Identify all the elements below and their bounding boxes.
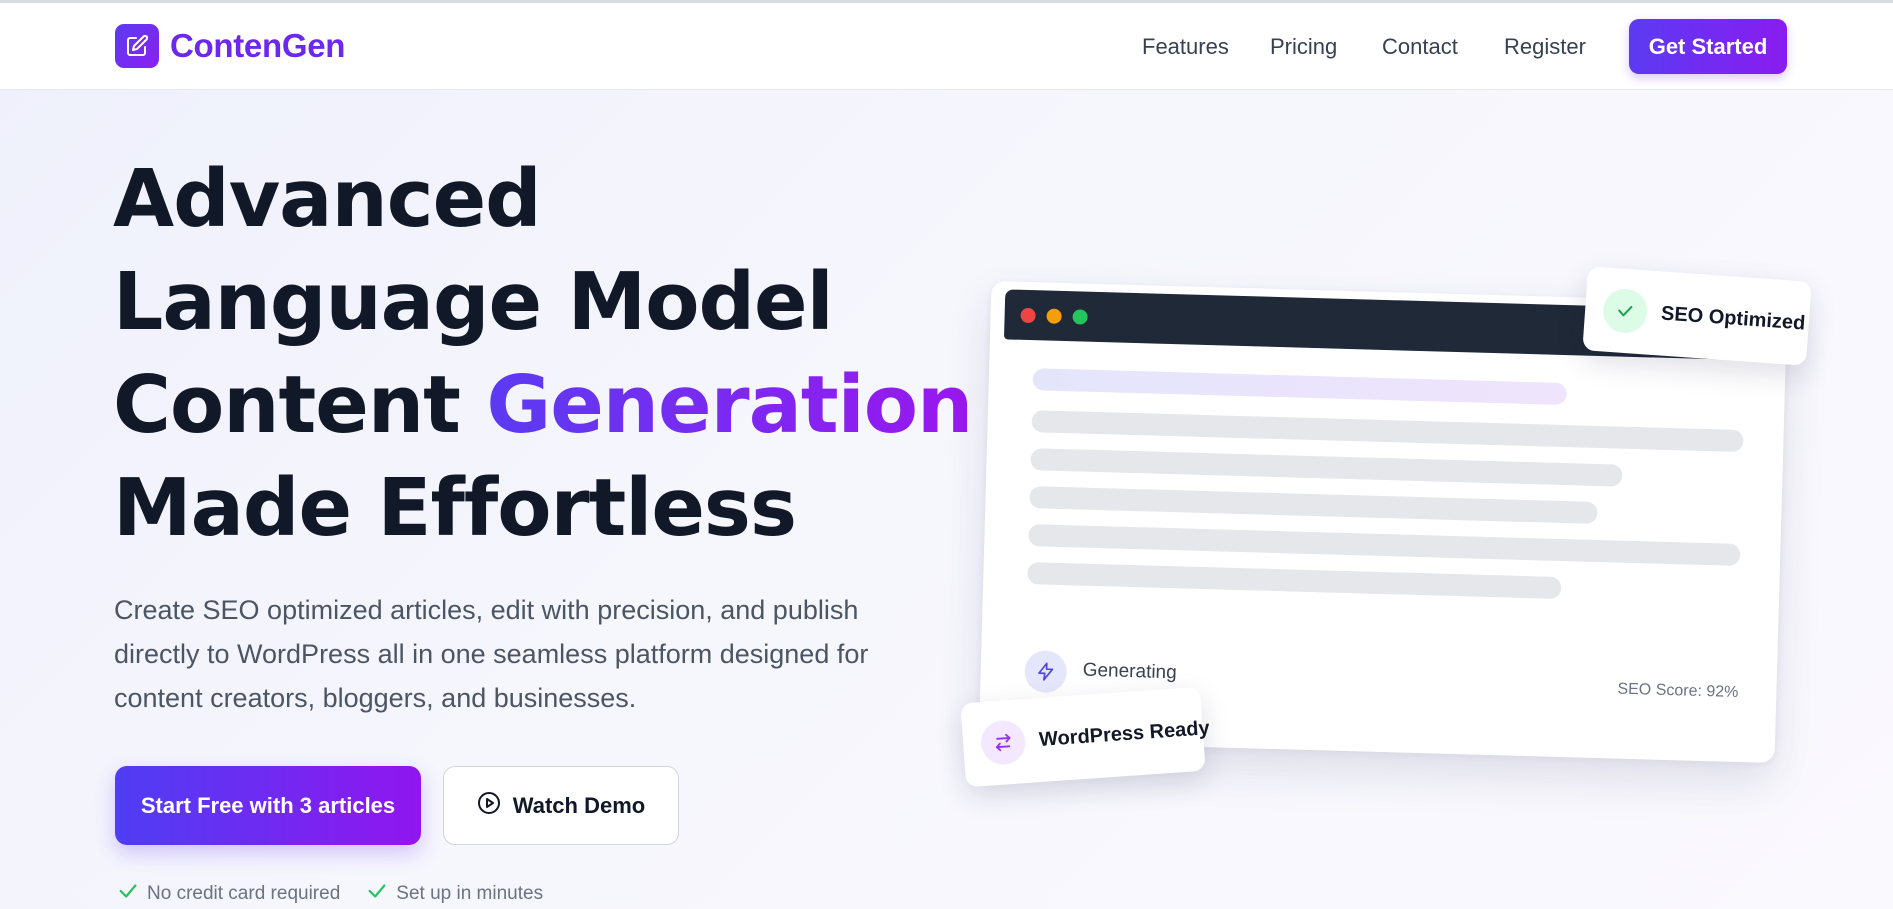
hero-title-line-4: Made Effortless xyxy=(113,462,797,554)
wordpress-ready-badge: WordPress Ready xyxy=(960,686,1210,788)
generating-status: Generating xyxy=(1082,659,1178,684)
hero-title-line-2: Language Model xyxy=(113,256,834,348)
watch-demo-label: Watch Demo xyxy=(512,792,646,818)
perk-list: No credit card required Set up in minute… xyxy=(117,880,543,908)
skeleton-line xyxy=(1029,486,1598,524)
edit-icon xyxy=(115,24,159,68)
check-icon xyxy=(1601,287,1649,335)
hero-subtitle: Create SEO optimized articles, edit with… xyxy=(114,595,869,713)
perk-item: No credit card required xyxy=(117,880,340,908)
check-icon xyxy=(117,880,139,908)
perk-label: No credit card required xyxy=(147,883,341,904)
window-close-dot xyxy=(1020,307,1036,324)
hero-title-prefix: Content xyxy=(113,359,487,451)
nav-pricing[interactable]: Pricing xyxy=(1270,34,1337,60)
hero-title-line-3: Content Generation xyxy=(113,354,973,457)
window-maximize-dot xyxy=(1072,309,1088,325)
perk-item: Set up in minutes xyxy=(366,880,543,908)
skeleton-line xyxy=(1031,410,1744,453)
start-free-button[interactable]: Start Free with 3 articles xyxy=(115,766,421,845)
hero-title-line-1: Advanced xyxy=(113,153,542,245)
nav-contact[interactable]: Contact xyxy=(1382,34,1458,60)
brand-name: ContenGen xyxy=(170,27,346,64)
nav-features[interactable]: Features xyxy=(1142,34,1229,60)
skeleton-line xyxy=(1027,562,1562,599)
wordpress-badge-label: WordPress Ready xyxy=(1038,716,1211,751)
play-circle-icon xyxy=(477,791,501,821)
sync-arrows-icon xyxy=(979,719,1027,767)
watch-demo-button[interactable]: Watch Demo xyxy=(443,766,679,845)
lightning-icon xyxy=(1024,650,1068,694)
window-minimize-dot xyxy=(1046,308,1062,324)
logo[interactable]: ContenGen xyxy=(115,24,345,68)
nav-register[interactable]: Register xyxy=(1504,34,1586,60)
perk-label: Set up in minutes xyxy=(396,883,544,904)
skeleton-line xyxy=(1028,524,1741,566)
hero-title: Advanced Language Model Content Generati… xyxy=(113,148,973,560)
skeleton-title xyxy=(1032,368,1567,406)
seo-optimized-badge: SEO Optimized xyxy=(1582,266,1812,366)
check-icon xyxy=(366,880,388,908)
site-header: ContenGen Features Pricing Contact Regis… xyxy=(0,3,1893,90)
get-started-button[interactable]: Get Started xyxy=(1629,19,1787,74)
skeleton-line xyxy=(1030,448,1623,487)
seo-score: SEO Score: 92% xyxy=(1617,680,1739,701)
seo-badge-label: SEO Optimized xyxy=(1660,302,1807,335)
hero-title-highlight: Generation xyxy=(486,359,973,451)
